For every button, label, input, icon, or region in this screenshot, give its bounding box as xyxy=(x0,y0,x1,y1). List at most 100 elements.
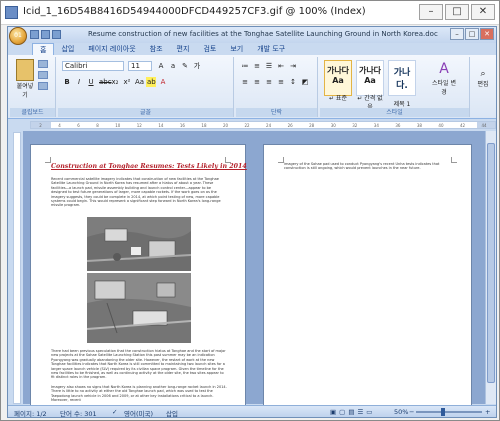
paragraph-group-label: 단락 xyxy=(236,108,317,117)
status-bar: 페이지: 1/2 단어 수: 301 ✓ 영어(미국) 삽입 ▣ ▢ ▤ ☰ ▭… xyxy=(8,405,496,417)
page-count[interactable]: 페이지: 1/2 xyxy=(14,408,47,417)
style-no-spacing[interactable]: 가나다Aa ↵ 간격 없음 xyxy=(356,60,384,111)
tab-developer[interactable]: 개발 도구 xyxy=(250,43,292,55)
ribbon: 붙여넣기 클립보드 Calibri 11 A a ✎ 가 B I U abc x… xyxy=(8,55,496,119)
font-size-box[interactable]: 11 xyxy=(128,61,152,71)
web-layout-icon[interactable]: ▤ xyxy=(348,408,354,416)
page-1[interactable]: Construction at Tonghae Resumes: Tests L… xyxy=(30,144,247,408)
justify-icon[interactable]: ≡ xyxy=(276,77,286,87)
copy-icon[interactable] xyxy=(38,71,48,79)
language[interactable]: 영어(미국) xyxy=(124,408,153,417)
viewer-title-bar: Icid_1_16D54B8416D54944000DFCD449257CF3.… xyxy=(1,1,499,25)
satellite-image-2 xyxy=(87,273,191,343)
paragraph-2: There had been previous speculation that… xyxy=(51,349,226,380)
styles-group: 가나다Aa ↵ 표준 가나다Aa ↵ 간격 없음 가나다. 제목 1 A 스타일… xyxy=(320,57,470,117)
image-viewer-window: Icid_1_16D54B8416D54944000DFCD449257CF3.… xyxy=(0,0,500,421)
page-2[interactable]: imagery of the Sohae pad used to conduct… xyxy=(263,144,472,408)
paste-button[interactable]: 붙여넣기 xyxy=(14,59,36,99)
spell-check-icon[interactable]: ✓ xyxy=(112,408,117,416)
decrease-indent-icon[interactable]: ⇤ xyxy=(276,61,286,71)
highlight-icon[interactable]: ab xyxy=(146,77,156,87)
word-title-bar: 01 Resume construction of new facilities… xyxy=(8,27,496,45)
view-buttons: ▣ ▢ ▤ ☰ ▭ xyxy=(330,408,372,416)
tab-view[interactable]: 보기 xyxy=(223,43,250,55)
line-spacing-icon[interactable]: ↕ xyxy=(288,77,298,87)
word-close-button[interactable]: ✕ xyxy=(480,28,494,40)
tab-review[interactable]: 검토 xyxy=(196,43,223,55)
clipboard-group: 붙여넣기 클립보드 xyxy=(10,57,56,117)
horizontal-ruler[interactable]: 2 4 6 8 10 12 14 16 18 20 22 24 26 28 30 32 34 36 38 40 42 44 xyxy=(30,121,496,129)
tab-mailings[interactable]: 편지 xyxy=(170,43,197,55)
style-normal[interactable]: 가나다Aa ↵ 표준 xyxy=(324,60,352,102)
page-2-paragraph: imagery of the Sohae pad used to conduct… xyxy=(284,162,440,171)
zoom-in-icon[interactable]: + xyxy=(485,408,490,416)
paragraph-group: ≔ ≡ ☰ ⇤ ⇥ ≡ ≡ ≡ ≡ ↕ ◩ 단락 xyxy=(236,57,318,117)
format-painter-icon[interactable] xyxy=(38,82,48,90)
bold-icon[interactable]: B xyxy=(62,77,72,87)
underline-icon[interactable]: U xyxy=(86,77,96,87)
outline-icon[interactable]: ☰ xyxy=(357,408,363,416)
image-file-icon xyxy=(5,6,18,19)
clipboard-group-label: 클립보드 xyxy=(10,108,55,117)
redo-icon[interactable] xyxy=(52,30,61,39)
zoom-out-icon[interactable]: − xyxy=(409,408,414,416)
zoom-slider-thumb[interactable] xyxy=(441,408,445,416)
shading-icon[interactable]: ◩ xyxy=(300,77,310,87)
word-window: 01 Resume construction of new facilities… xyxy=(7,26,497,418)
subscript-icon[interactable]: x₂ xyxy=(110,77,120,87)
font-group-label: 글꼴 xyxy=(58,108,233,117)
word-maximize-button[interactable]: □ xyxy=(465,28,479,40)
font-group: Calibri 11 A a ✎ 가 B I U abc x₂ x² Aa ab xyxy=(58,57,234,117)
font-color-icon[interactable]: A xyxy=(158,77,168,87)
zoom-level[interactable]: 50% xyxy=(394,408,408,416)
ribbon-tabs: 홈 삽입 페이지 레이아웃 참조 편지 검토 보기 개발 도구 xyxy=(32,43,292,55)
tab-home[interactable]: 홈 xyxy=(32,43,55,55)
scroll-thumb[interactable] xyxy=(487,143,495,383)
align-right-icon[interactable]: ≡ xyxy=(264,77,274,87)
strikethrough-icon[interactable]: abc xyxy=(98,77,112,87)
vertical-ruler[interactable] xyxy=(13,132,21,404)
change-case-icon[interactable]: Aa xyxy=(134,77,144,87)
binoculars-icon: ⌕ xyxy=(480,69,486,79)
multilevel-list-icon[interactable]: ☰ xyxy=(264,61,274,71)
italic-icon[interactable]: I xyxy=(74,77,84,87)
paragraph-3: Imagery also shows no signs that North K… xyxy=(51,385,227,403)
numbering-icon[interactable]: ≡ xyxy=(252,61,262,71)
change-styles-button[interactable]: A 스타일 변경 xyxy=(430,60,458,96)
maximize-button[interactable]: □ xyxy=(445,4,469,20)
editing-button[interactable]: ⌕ 편집 xyxy=(474,69,492,88)
zoom-slider[interactable] xyxy=(416,411,482,413)
minimize-button[interactable]: – xyxy=(419,4,443,20)
tab-references[interactable]: 참조 xyxy=(143,43,170,55)
print-layout-icon[interactable]: ▣ xyxy=(330,408,336,416)
vertical-scrollbar[interactable] xyxy=(485,131,496,404)
styles-group-label: 스타일 xyxy=(320,108,469,117)
draft-icon[interactable]: ▭ xyxy=(366,408,372,416)
grow-font-icon[interactable]: A xyxy=(156,61,166,71)
insert-mode[interactable]: 삽입 xyxy=(166,408,178,417)
align-left-icon[interactable]: ≡ xyxy=(240,77,250,87)
font-name-box[interactable]: Calibri xyxy=(62,61,124,71)
style-heading1[interactable]: 가나다. 제목 1 xyxy=(388,60,416,108)
superscript-icon[interactable]: x² xyxy=(122,77,132,87)
tab-page-layout[interactable]: 페이지 레이아웃 xyxy=(81,43,142,55)
word-minimize-button[interactable]: – xyxy=(450,28,464,40)
phonetic-icon[interactable]: 가 xyxy=(192,61,202,71)
paste-label: 붙여넣기 xyxy=(16,83,34,99)
save-icon[interactable] xyxy=(30,30,39,39)
document-heading: Construction at Tonghae Resumes: Tests L… xyxy=(51,163,247,170)
office-button[interactable]: 01 xyxy=(9,27,27,45)
tab-insert[interactable]: 삽입 xyxy=(54,43,81,55)
align-center-icon[interactable]: ≡ xyxy=(252,77,262,87)
word-count[interactable]: 단어 수: 301 xyxy=(60,408,97,417)
close-button[interactable]: ✕ xyxy=(471,4,495,20)
increase-indent-icon[interactable]: ⇥ xyxy=(288,61,298,71)
viewer-title: Icid_1_16D54B8416D54944000DFCD449257CF3.… xyxy=(23,6,366,17)
cut-icon[interactable] xyxy=(38,60,48,68)
undo-icon[interactable] xyxy=(41,30,50,39)
document-area[interactable]: Construction at Tonghae Resumes: Tests L… xyxy=(23,131,485,408)
shrink-font-icon[interactable]: a xyxy=(168,61,178,71)
bullets-icon[interactable]: ≔ xyxy=(240,61,250,71)
full-screen-icon[interactable]: ▢ xyxy=(339,408,345,416)
clear-format-icon[interactable]: ✎ xyxy=(180,61,190,71)
